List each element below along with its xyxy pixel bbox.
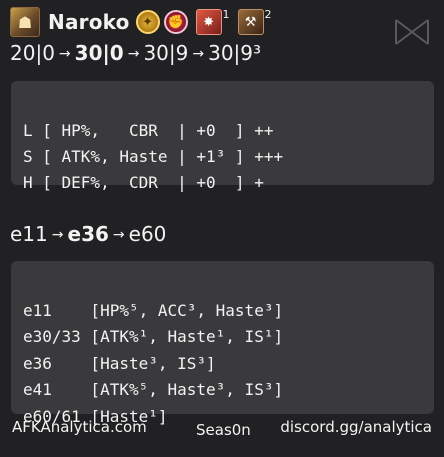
signature-item-2-level: 2 <box>264 8 272 21</box>
signature-item-2-icon: ⚒ <box>237 9 264 35</box>
hero-name: Naroko <box>48 10 130 34</box>
engrave-line: e36 [Haste³, IS³] <box>23 353 216 373</box>
engrave-progression: e11 → e36 → e60 <box>10 222 166 246</box>
engrave-recommendation-box: e11 [HP%⁵, ACC³, Haste³] e30/33 [ATK%¹, H… <box>11 261 434 426</box>
lightbearer-faction-icon: ✦ <box>135 10 160 34</box>
engrave-step-current: e36 <box>67 222 109 246</box>
engrave-line: e11 [HP%⁵, ACC³, Haste³] <box>23 300 284 320</box>
stat-priority-box: L [ HP%, CBR | +0 ] ++ S [ ATK%, Haste | … <box>11 81 434 192</box>
stat-line-skill: S [ ATK%, Haste | +1³ ] +++ <box>23 147 284 166</box>
si-step: 20|0 <box>10 41 55 65</box>
discord-link[interactable]: discord.gg/analytica <box>280 418 432 436</box>
season-label: Seas0n <box>196 421 251 439</box>
arrow-right-icon: → <box>127 46 140 62</box>
footer: AFKAnalytica.com Seas0n discord.gg/analy… <box>0 416 444 442</box>
signature-item-1-icon: ✸ <box>195 9 222 35</box>
support-class-icon: ✊ <box>163 10 188 34</box>
si-progression: 20|0 → 30|0 → 30|9 → 30|9³ <box>10 41 261 65</box>
stat-line-light: L [ HP%, CBR | +0 ] ++ <box>23 121 274 140</box>
engrave-step: e11 <box>10 222 48 246</box>
si-step-current: 30|0 <box>74 41 124 65</box>
site-link[interactable]: AFKAnalytica.com <box>12 418 147 436</box>
engrave-step: e60 <box>128 222 167 246</box>
si-step: 30|9 <box>143 41 189 65</box>
analytica-logo-icon <box>395 19 429 45</box>
arrow-right-icon: → <box>58 46 71 62</box>
engrave-line: e30/33 [ATK%¹, Haste¹, IS¹] <box>23 327 284 346</box>
signature-item-1-level: 1 <box>222 8 230 21</box>
stat-line-heavy: H [ DEF%, CDR | +0 ] + <box>23 173 264 192</box>
engrave-line: e41 [ATK%⁵, Haste³, IS³] <box>23 380 284 399</box>
arrow-right-icon: → <box>192 46 205 62</box>
arrow-right-icon: → <box>112 227 125 243</box>
hero-portrait-icon: ☗ <box>10 7 40 37</box>
si-step: 30|9³ <box>208 41 262 65</box>
hero-header: ☗ Naroko ✦ ✊ ✸ 1 ⚒ 2 <box>10 6 272 38</box>
arrow-right-icon: → <box>51 227 64 243</box>
